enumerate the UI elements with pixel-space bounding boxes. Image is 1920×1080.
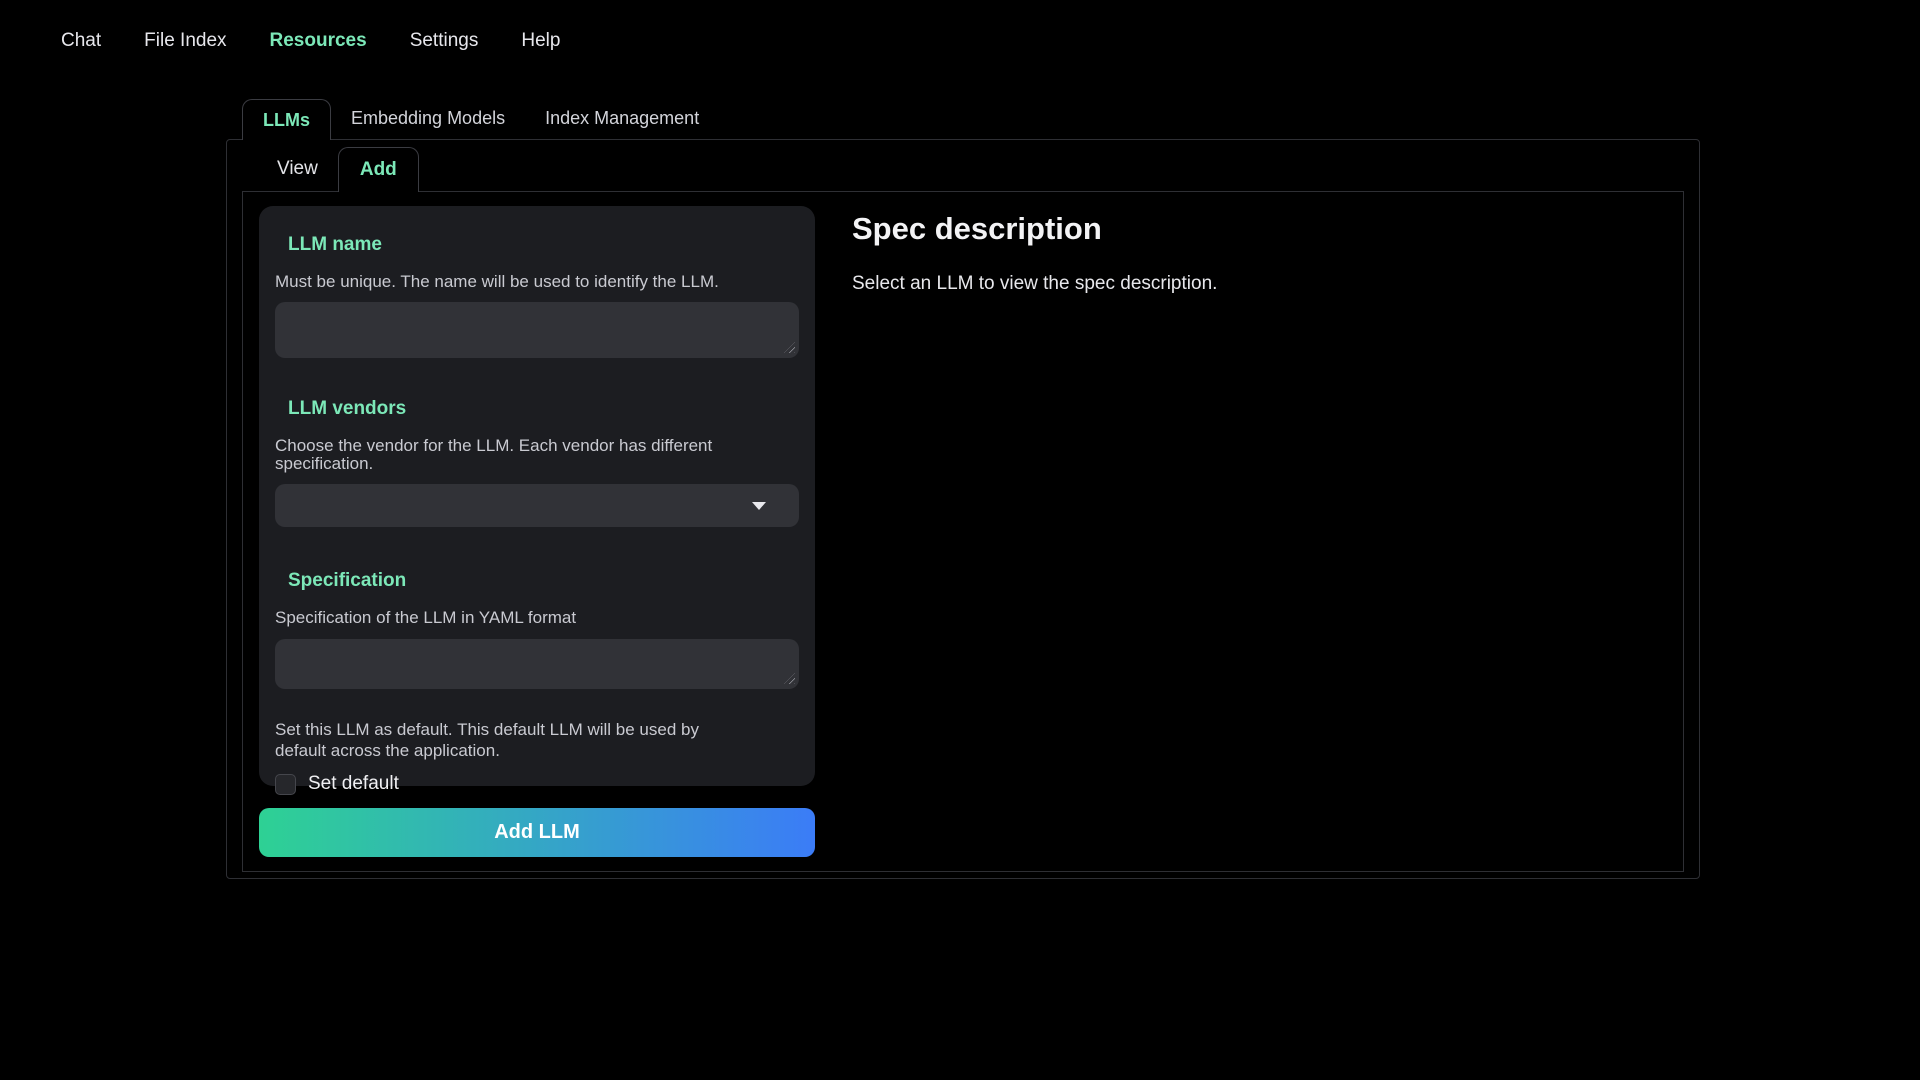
llm-name-input[interactable] <box>275 302 799 358</box>
subtab-view[interactable]: View <box>263 146 332 191</box>
llms-tab-panel: View Add LLM name Must be unique. The na… <box>226 139 1700 879</box>
tab-index-management[interactable]: Index Management <box>525 98 719 139</box>
add-llm-form-card: LLM name Must be unique. The name will b… <box>259 206 815 786</box>
llm-vendors-select[interactable] <box>275 484 799 527</box>
set-default-help-text: Set this LLM as default. This default LL… <box>275 719 705 761</box>
llm-vendors-help-text: Choose the vendor for the LLM. Each vend… <box>275 437 799 473</box>
nav-item-file-index[interactable]: File Index <box>144 28 226 54</box>
nav-item-chat[interactable]: Chat <box>61 28 101 54</box>
tab-embedding-models[interactable]: Embedding Models <box>331 98 525 139</box>
llm-vendors-label: LLM vendors <box>288 399 799 419</box>
llms-subtab-bar: View Add <box>227 140 1699 191</box>
specification-input-wrap <box>275 639 799 689</box>
spec-description-title: Spec description <box>852 212 1643 246</box>
add-llm-form-column: LLM name Must be unique. The name will b… <box>243 192 831 871</box>
nav-item-help[interactable]: Help <box>521 28 560 54</box>
tab-llms[interactable]: LLMs <box>242 99 331 140</box>
spec-description-body: Select an LLM to view the spec descripti… <box>852 273 1643 295</box>
llm-name-help-text: Must be unique. The name will be used to… <box>275 273 799 291</box>
spec-description-column: Spec description Select an LLM to view t… <box>831 192 1683 871</box>
set-default-row: Set default <box>275 773 799 795</box>
set-default-checkbox[interactable] <box>275 774 296 795</box>
specification-input[interactable] <box>275 639 799 689</box>
llm-name-input-wrap <box>275 302 799 358</box>
resources-tab-bar: LLMs Embedding Models Index Management <box>226 98 1700 139</box>
resources-section: LLMs Embedding Models Index Management V… <box>226 98 1700 879</box>
subtab-add[interactable]: Add <box>338 147 419 192</box>
specification-label: Specification <box>288 571 799 591</box>
set-default-label: Set default <box>308 773 399 795</box>
specification-help-text: Specification of the LLM in YAML format <box>275 609 799 627</box>
llm-name-label: LLM name <box>288 235 799 255</box>
top-navigation: Chat File Index Resources Settings Help <box>61 28 560 54</box>
add-llm-panel: LLM name Must be unique. The name will b… <box>242 191 1684 872</box>
chevron-down-icon <box>752 502 766 510</box>
nav-item-settings[interactable]: Settings <box>410 28 479 54</box>
add-llm-button[interactable]: Add LLM <box>259 808 815 857</box>
nav-item-resources[interactable]: Resources <box>270 28 367 54</box>
